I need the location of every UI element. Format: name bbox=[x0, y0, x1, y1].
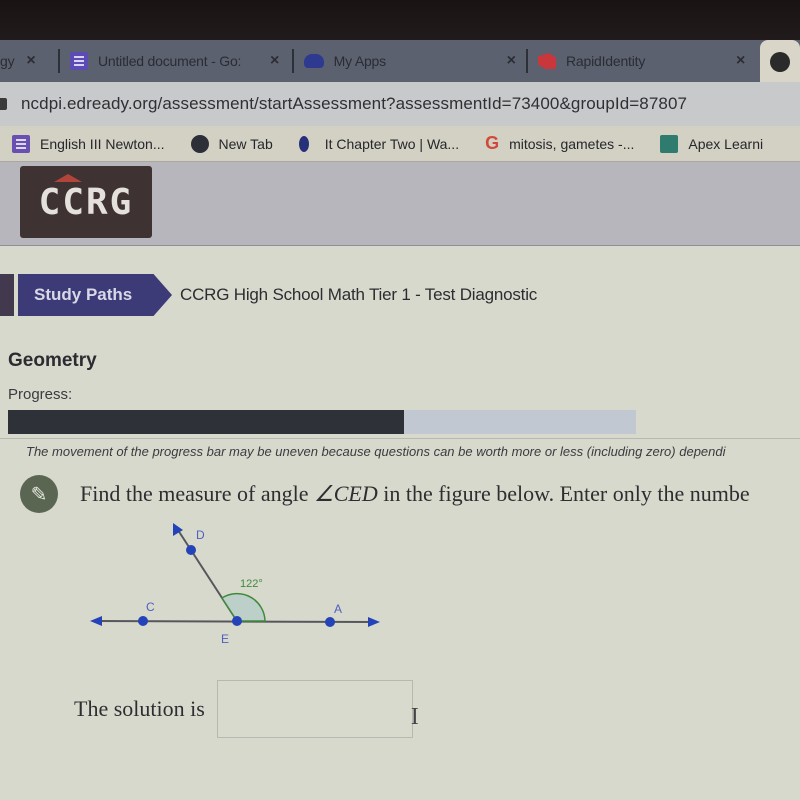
address-bar[interactable]: ncdpi.edready.org/assessment/startAssess… bbox=[0, 82, 800, 126]
bookmark-label: New Tab bbox=[218, 135, 273, 152]
question-angle: ∠CED bbox=[314, 481, 378, 506]
breadcrumb-title: CCRG High School Math Tier 1 - Test Diag… bbox=[180, 285, 538, 304]
point-e bbox=[232, 616, 242, 626]
cloud-icon bbox=[304, 54, 324, 68]
apex-icon bbox=[660, 134, 679, 153]
progress-label: Progress: bbox=[8, 386, 73, 403]
bookmark-label: Apex Learni bbox=[688, 135, 764, 152]
angle-figure: D C E A 122° bbox=[90, 523, 380, 646]
solution-input[interactable] bbox=[216, 680, 413, 738]
bookmark-label: mitosis, gametes -... bbox=[509, 135, 635, 152]
question-text-before: Find the measure of angle bbox=[80, 481, 314, 506]
pencil-badge: ✎ bbox=[20, 475, 58, 513]
tab-partial[interactable]: gy × bbox=[0, 40, 58, 82]
label-c: C bbox=[146, 600, 155, 614]
subject-heading: Geometry bbox=[8, 350, 97, 371]
close-icon[interactable]: × bbox=[507, 52, 516, 70]
bookmark-english[interactable]: English III Newton... bbox=[12, 134, 165, 153]
angle-label: 122° bbox=[240, 578, 263, 590]
close-icon[interactable]: × bbox=[270, 52, 279, 70]
avatar-icon bbox=[770, 52, 790, 72]
tab-active[interactable] bbox=[760, 40, 800, 84]
question-text-after: in the figure below. Enter only the numb… bbox=[377, 481, 750, 506]
tab-label: gy bbox=[0, 53, 15, 69]
drop-icon bbox=[298, 135, 309, 152]
label-e: E bbox=[221, 632, 229, 646]
bookmarks-bar: English III Newton... New Tab It Chapter… bbox=[0, 126, 800, 162]
globe-icon bbox=[190, 134, 209, 153]
bookmark-label: English III Newton... bbox=[40, 135, 165, 152]
bookmark-apex[interactable]: Apex Learni bbox=[660, 134, 764, 153]
bookmark-mitosis[interactable]: G mitosis, gametes -... bbox=[485, 133, 634, 154]
breadcrumb-study-paths[interactable]: Study Paths bbox=[18, 274, 172, 316]
arrow-left-icon bbox=[90, 616, 102, 626]
point-a bbox=[325, 617, 335, 627]
logo-text: CCRG bbox=[38, 181, 134, 223]
graduation-cap-icon bbox=[54, 174, 82, 182]
ccrg-logo[interactable]: CCRG bbox=[20, 166, 152, 238]
progress-note: The movement of the progress bar may be … bbox=[0, 438, 800, 464]
breadcrumb-edge bbox=[0, 274, 14, 316]
bookmark-it-chapter-two[interactable]: It Chapter Two | Wa... bbox=[298, 135, 460, 152]
progress-bar-fill bbox=[8, 410, 404, 434]
solution-row: The solution is I bbox=[74, 680, 419, 738]
url-text[interactable]: ncdpi.edready.org/assessment/startAssess… bbox=[21, 94, 687, 114]
lock-icon bbox=[0, 98, 7, 110]
solution-input-wrap: I bbox=[216, 680, 419, 738]
bookmark-label: It Chapter Two | Wa... bbox=[324, 135, 460, 152]
breadcrumb: Study Paths CCRG High School Math Tier 1… bbox=[0, 274, 537, 316]
point-c bbox=[138, 616, 148, 626]
rapididentity-icon bbox=[538, 53, 556, 69]
pencil-icon: ✎ bbox=[30, 483, 48, 506]
tab-label: My Apps bbox=[333, 53, 386, 69]
app-header: CCRG bbox=[0, 162, 800, 246]
question-text: Find the measure of angle ∠CED in the fi… bbox=[80, 481, 750, 507]
angle-arc bbox=[220, 592, 266, 622]
close-icon[interactable]: × bbox=[26, 52, 35, 70]
question: ✎ Find the measure of angle ∠CED in the … bbox=[20, 472, 800, 516]
arrow-right-icon bbox=[368, 617, 380, 627]
tab-my-apps[interactable]: My Apps × bbox=[294, 40, 526, 82]
tab-rapididentity[interactable]: RapidIdentity × bbox=[528, 40, 760, 82]
tab-untitled-document[interactable]: Untitled document - Go: × bbox=[60, 40, 292, 82]
bookmark-new-tab[interactable]: New Tab bbox=[190, 134, 273, 153]
tab-label: RapidIdentity bbox=[566, 53, 646, 69]
google-docs-icon bbox=[70, 52, 88, 70]
page-content: CCRG Study Paths CCRG High School Math T… bbox=[0, 162, 800, 800]
screen-bezel bbox=[0, 0, 800, 42]
point-d bbox=[186, 545, 196, 555]
google-icon: G bbox=[485, 133, 500, 153]
google-docs-icon bbox=[12, 134, 30, 153]
progress-bar bbox=[8, 410, 636, 434]
tab-label: Untitled document - Go: bbox=[98, 53, 242, 69]
label-a: A bbox=[334, 602, 342, 616]
close-icon[interactable]: × bbox=[736, 52, 745, 70]
browser-tab-strip: gy × Untitled document - Go: × My Apps ×… bbox=[0, 40, 800, 84]
label-d: D bbox=[196, 528, 205, 542]
solution-label: The solution is bbox=[74, 696, 205, 721]
